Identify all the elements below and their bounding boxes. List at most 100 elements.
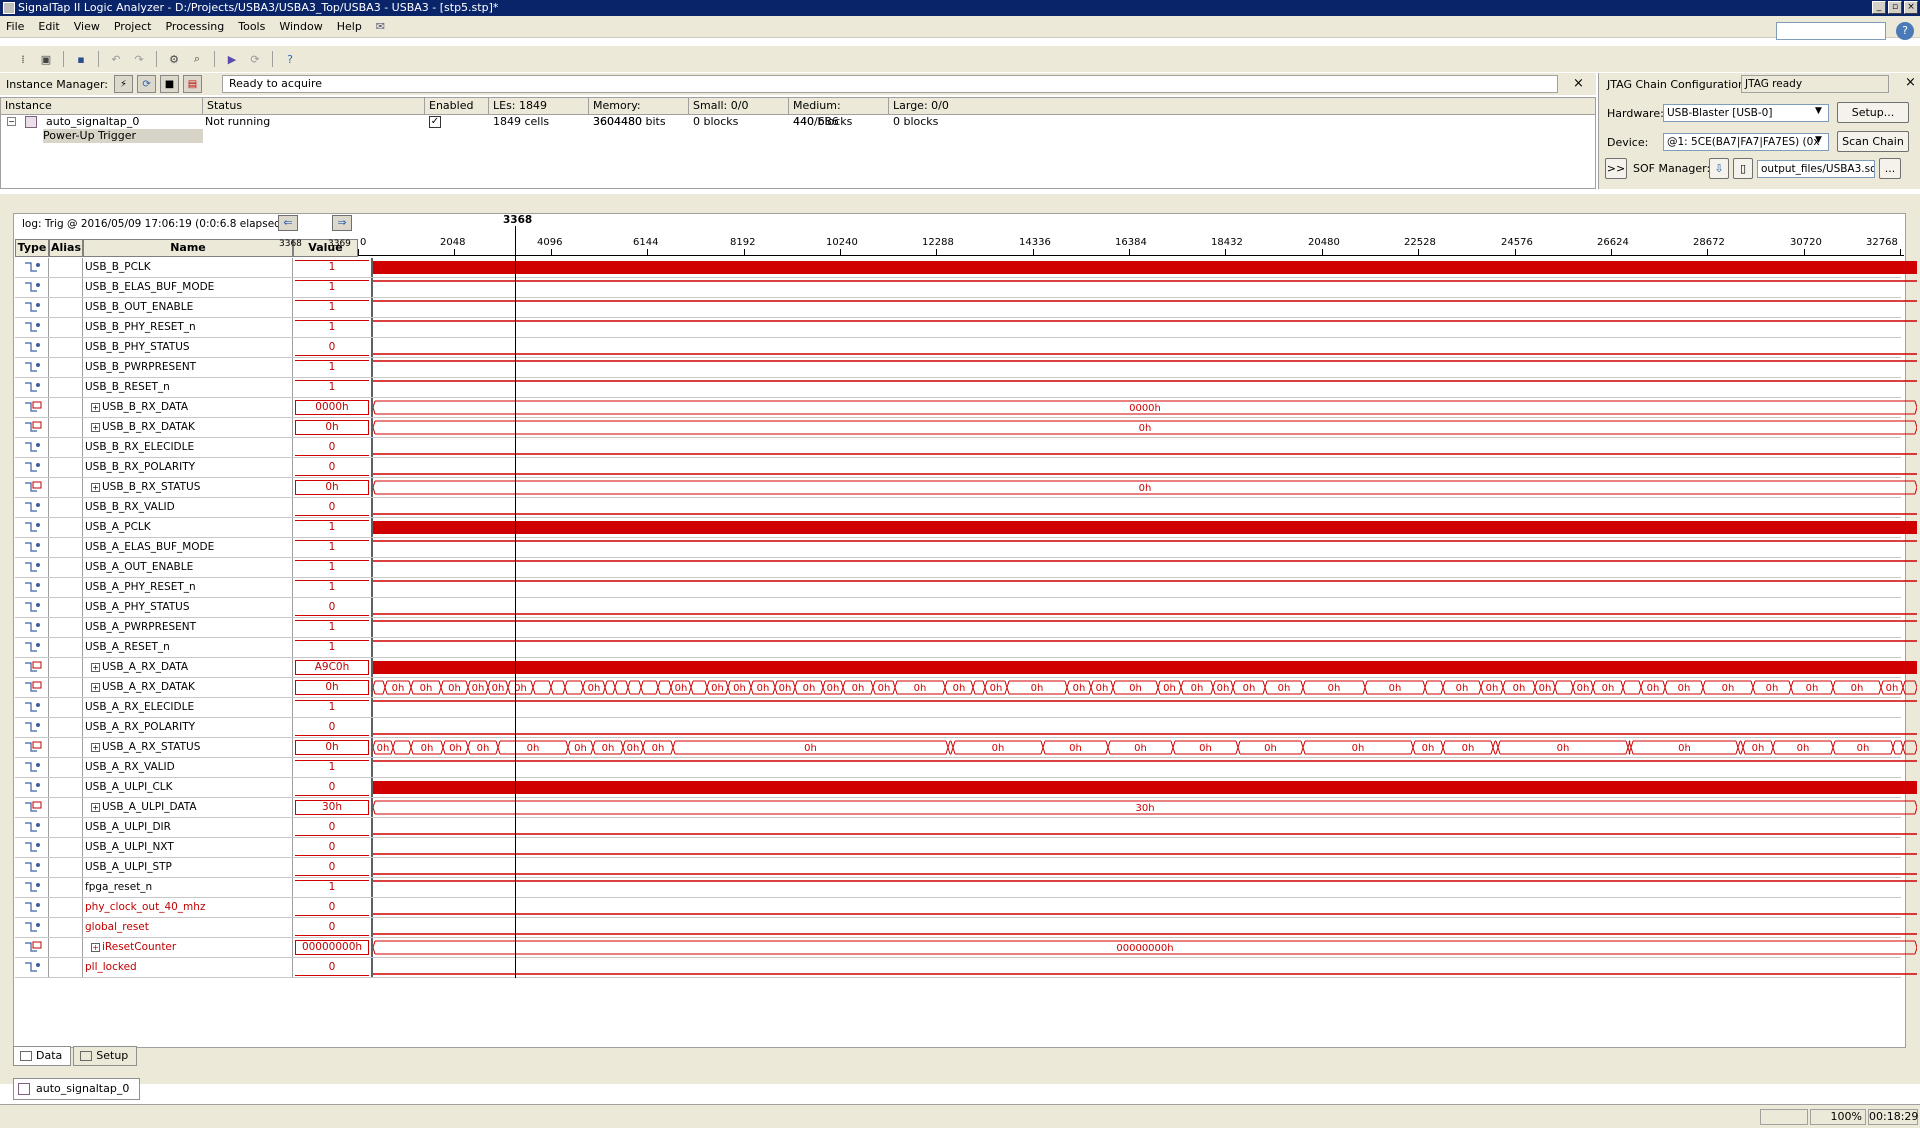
signal-row[interactable]: USB_B_RX_ELECIDLE 0 xyxy=(15,438,1917,458)
hardware-select[interactable]: USB-Blaster [USB-0] xyxy=(1663,104,1829,122)
signal-name-cell[interactable]: USB_B_ELAS_BUF_MODE xyxy=(83,278,293,297)
signal-waveform[interactable] xyxy=(373,438,1917,457)
signal-waveform[interactable] xyxy=(373,818,1917,837)
signal-row[interactable]: + USB_B_RX_STATUS 0h 0h xyxy=(15,478,1917,498)
signal-alias-cell[interactable] xyxy=(49,598,83,617)
signal-row[interactable]: fpga_reset_n 1 xyxy=(15,878,1917,898)
program-device-icon[interactable]: ▣ xyxy=(37,50,55,68)
device-dropdown-icon[interactable]: ▼ xyxy=(1815,135,1822,145)
enabled-checkbox[interactable]: ✓ xyxy=(429,116,441,128)
feedback-icon[interactable]: ✉ xyxy=(376,20,385,33)
signal-name-cell[interactable]: USB_A_RX_ELECIDLE xyxy=(83,698,293,717)
menu-tools[interactable]: Tools xyxy=(238,20,265,33)
signal-row[interactable]: USB_B_RX_POLARITY 0 xyxy=(15,458,1917,478)
menu-edit[interactable]: Edit xyxy=(38,20,59,33)
menu-view[interactable]: View xyxy=(74,20,100,33)
signal-row[interactable]: USB_A_ELAS_BUF_MODE 1 xyxy=(15,538,1917,558)
autorun-icon[interactable]: ⟳ xyxy=(246,50,264,68)
col-enabled[interactable]: Enabled xyxy=(425,98,489,114)
signal-waveform[interactable] xyxy=(373,558,1917,577)
signal-name-cell[interactable]: phy_clock_out_40_mhz xyxy=(83,898,293,917)
signal-alias-cell[interactable] xyxy=(49,358,83,377)
signal-alias-cell[interactable] xyxy=(49,798,83,817)
signal-name-cell[interactable]: USB_A_RX_POLARITY xyxy=(83,718,293,737)
signal-waveform[interactable]: 0h xyxy=(373,418,1917,437)
signal-row[interactable]: USB_A_RESET_n 1 xyxy=(15,638,1917,658)
signal-waveform[interactable] xyxy=(373,758,1917,777)
signal-waveform[interactable]: 0h 0h 0h 0h 0h 0h 0h 0h 0h 0h 0h 0h 0h 0h 0h 0h 0h 0h 0h 0h… xyxy=(373,678,1917,697)
signal-waveform[interactable] xyxy=(373,898,1917,917)
tab-setup[interactable]: Setup xyxy=(73,1046,138,1066)
signal-waveform[interactable]: 0h 0h 0h 0h 0h 0h 0h 0h 0h 0h 0h 0h 0h 0h 0h 0h 0h 0h 0h 0h… xyxy=(373,738,1917,757)
signal-alias-cell[interactable] xyxy=(49,838,83,857)
trigger-cursor-line[interactable] xyxy=(515,226,516,978)
signal-row[interactable]: USB_A_RX_ELECIDLE 1 xyxy=(15,698,1917,718)
signal-alias-cell[interactable] xyxy=(49,578,83,597)
signal-name-cell[interactable]: pll_locked xyxy=(83,958,293,977)
menu-processing[interactable]: Processing xyxy=(165,20,224,33)
menu-window[interactable]: Window xyxy=(279,20,322,33)
signal-waveform[interactable] xyxy=(373,838,1917,857)
signal-name-cell[interactable]: USB_B_PWRPRESENT xyxy=(83,358,293,377)
signal-alias-cell[interactable] xyxy=(49,758,83,777)
signal-alias-cell[interactable] xyxy=(49,378,83,397)
signal-name-cell[interactable]: + iResetCounter xyxy=(83,938,293,957)
signal-waveform[interactable] xyxy=(373,278,1917,297)
collapse-icon[interactable]: − xyxy=(7,117,16,126)
program-icon[interactable]: ⇩ xyxy=(1709,158,1729,179)
col-large[interactable]: Large: 0/0 xyxy=(889,98,1595,114)
signal-alias-cell[interactable] xyxy=(49,658,83,677)
signal-alias-cell[interactable] xyxy=(49,898,83,917)
time-ruler[interactable]: 0 2048 4096 6144 8192 10240 12288 14336 16384 184… xyxy=(358,236,1904,256)
signal-name-cell[interactable]: + USB_B_RX_DATAK xyxy=(83,418,293,437)
col-type[interactable]: Type xyxy=(15,239,49,257)
signal-waveform[interactable] xyxy=(373,378,1917,397)
signal-alias-cell[interactable] xyxy=(49,958,83,977)
instance-tab[interactable]: auto_signaltap_0 xyxy=(13,1078,141,1100)
signal-row[interactable]: USB_B_PHY_RESET_n 1 xyxy=(15,318,1917,338)
signal-name-cell[interactable]: USB_A_ULPI_CLK xyxy=(83,778,293,797)
col-name[interactable]: Name xyxy=(83,239,293,257)
col-memory[interactable]: Memory: 3604480 xyxy=(589,98,689,128)
expand-bus-icon[interactable]: + xyxy=(91,942,100,952)
signal-waveform[interactable] xyxy=(373,538,1917,557)
signal-waveform[interactable] xyxy=(373,878,1917,897)
signal-name-cell[interactable]: global_reset xyxy=(83,918,293,937)
signal-waveform[interactable] xyxy=(373,578,1917,597)
signal-name-cell[interactable]: USB_B_OUT_ENABLE xyxy=(83,298,293,317)
signal-waveform[interactable] xyxy=(373,338,1917,357)
signal-waveform[interactable]: 00000000h xyxy=(373,938,1917,957)
restore-button[interactable]: ▫ xyxy=(1888,1,1902,14)
signal-row[interactable]: USB_B_PWRPRESENT 1 xyxy=(15,358,1917,378)
signal-name-cell[interactable]: USB_B_PHY_STATUS xyxy=(83,338,293,357)
signal-alias-cell[interactable] xyxy=(49,438,83,457)
signal-name-cell[interactable]: USB_B_PHY_RESET_n xyxy=(83,318,293,337)
signal-row[interactable]: + USB_A_RX_STATUS 0h 0h 0h 0h 0h 0h 0h 0h 0h 0h 0h 0h… xyxy=(15,738,1917,758)
signal-row[interactable]: + USB_B_RX_DATA 0000h 0000h xyxy=(15,398,1917,418)
signal-name-cell[interactable]: USB_A_PHY_STATUS xyxy=(83,598,293,617)
next-transition-icon[interactable]: ⇒ xyxy=(332,215,352,231)
signal-name-cell[interactable]: + USB_A_RX_DATAK xyxy=(83,678,293,697)
signal-name-cell[interactable]: USB_A_ULPI_DIR xyxy=(83,818,293,837)
expand-bus-icon[interactable]: + xyxy=(91,802,100,812)
signal-name-cell[interactable]: USB_A_RESET_n xyxy=(83,638,293,657)
autorun-analysis-icon[interactable]: ⟳ xyxy=(137,75,157,93)
signal-row[interactable]: global_reset 0 xyxy=(15,918,1917,938)
signal-alias-cell[interactable] xyxy=(49,258,83,277)
signal-name-cell[interactable]: fpga_reset_n xyxy=(83,878,293,897)
menu-project[interactable]: Project xyxy=(114,20,152,33)
signal-name-cell[interactable]: USB_A_RX_VALID xyxy=(83,758,293,777)
col-medium[interactable]: Medium: 440/686 xyxy=(789,98,889,128)
signal-row[interactable]: USB_B_PCLK 1 xyxy=(15,258,1917,278)
signal-row[interactable]: USB_A_RX_POLARITY 0 xyxy=(15,718,1917,738)
col-small[interactable]: Small: 0/0 xyxy=(689,98,789,114)
undo-icon[interactable]: ↶ xyxy=(107,50,125,68)
signal-waveform[interactable] xyxy=(373,658,1917,677)
signal-waveform[interactable] xyxy=(373,698,1917,717)
run-analysis-icon[interactable]: ⚡ xyxy=(114,75,134,93)
signal-waveform[interactable] xyxy=(373,638,1917,657)
save-icon[interactable]: ▪ xyxy=(72,50,90,68)
signal-alias-cell[interactable] xyxy=(49,878,83,897)
instance-manager-close-icon[interactable]: × xyxy=(1573,76,1584,91)
signal-name-cell[interactable]: USB_B_RX_POLARITY xyxy=(83,458,293,477)
